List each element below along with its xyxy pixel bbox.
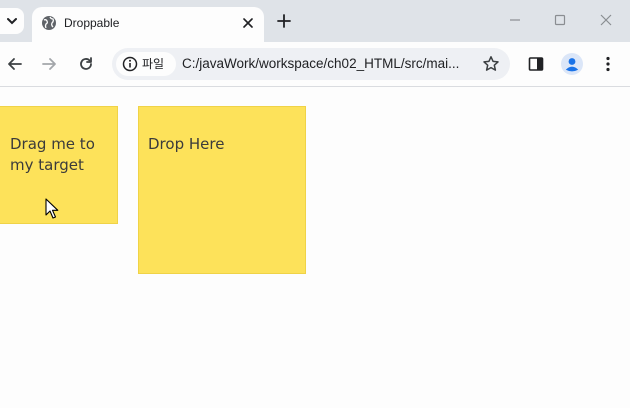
- draggable-box[interactable]: Drag me to my target: [0, 106, 118, 224]
- back-icon[interactable]: [6, 55, 24, 73]
- menu-icon[interactable]: [599, 55, 617, 73]
- tab-search-icon: [7, 18, 17, 25]
- info-icon: [122, 56, 138, 72]
- droppable-box[interactable]: Drop Here: [138, 106, 306, 274]
- droppable-label: Drop Here: [148, 135, 225, 153]
- tab-close-button[interactable]: [240, 15, 256, 31]
- cursor-icon: [45, 198, 59, 219]
- profile-icon[interactable]: [561, 53, 583, 75]
- toolbar: 파일 C:/javaWork/workspace/ch02_HTML/src/m…: [0, 42, 630, 87]
- side-panel-icon[interactable]: [527, 55, 545, 73]
- tab-strip: Droppable: [0, 0, 630, 42]
- minimize-icon[interactable]: [506, 11, 524, 29]
- window-close-icon[interactable]: [597, 11, 615, 29]
- plus-icon[interactable]: [276, 13, 292, 29]
- site-info-label: 파일: [142, 57, 165, 71]
- browser-window: Droppable 파일 C:/javaWork/workspace/ch02_…: [0, 0, 630, 408]
- globe-icon: [42, 16, 56, 30]
- maximize-icon[interactable]: [551, 11, 569, 29]
- site-info-chip[interactable]: 파일: [116, 52, 176, 76]
- tab-title: Droppable: [64, 16, 120, 30]
- address-bar[interactable]: 파일 C:/javaWork/workspace/ch02_HTML/src/m…: [112, 48, 510, 80]
- page-content: Drag me to my target Drop Here: [0, 87, 630, 408]
- draggable-label: Drag me to my target: [10, 135, 95, 174]
- close-icon: [243, 18, 253, 28]
- forward-icon[interactable]: [40, 55, 58, 73]
- tab-droppable[interactable]: Droppable: [32, 7, 264, 42]
- reload-icon[interactable]: [77, 55, 95, 73]
- star-icon[interactable]: [482, 55, 500, 73]
- tab-search-button[interactable]: [0, 8, 24, 34]
- url-text[interactable]: C:/javaWork/workspace/ch02_HTML/src/mai.…: [182, 56, 468, 72]
